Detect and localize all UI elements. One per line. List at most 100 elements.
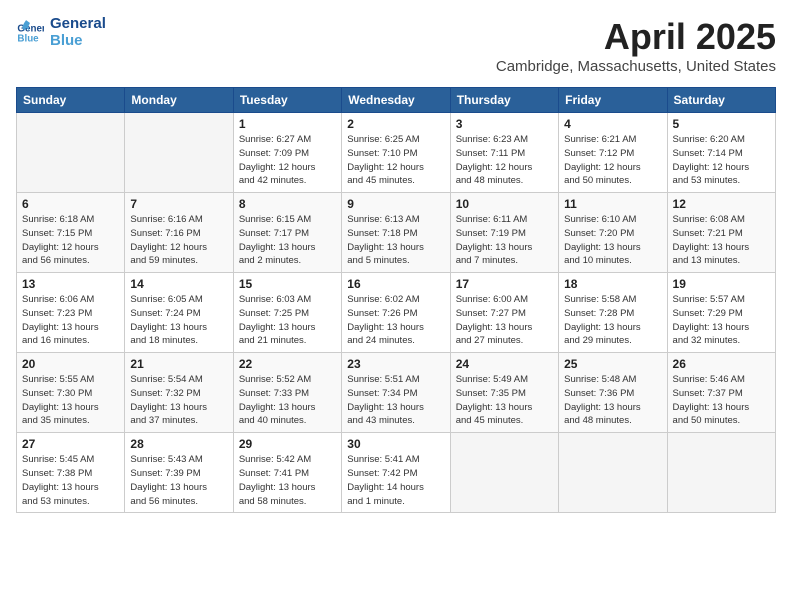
day-number: 23 — [347, 357, 444, 371]
calendar-cell: 5 Sunrise: 6:20 AM Sunset: 7:14 PM Daylig… — [667, 113, 775, 193]
calendar-cell: 6Sunrise: 6:18 AM Sunset: 7:15 PM Daylig… — [17, 193, 125, 273]
calendar-cell — [667, 433, 775, 513]
calendar-cell: 2 Sunrise: 6:25 AM Sunset: 7:10 PM Daylig… — [342, 113, 450, 193]
day-info: Sunrise: 6:15 AM Sunset: 7:17 PM Dayligh… — [239, 213, 336, 268]
calendar-cell: 19 Sunrise: 5:57 AM Sunset: 7:29 PM Dayli… — [667, 273, 775, 353]
day-info: Sunrise: 5:52 AM Sunset: 7:33 PM Dayligh… — [239, 373, 336, 428]
calendar-cell — [559, 433, 667, 513]
calendar-cell: 26 Sunrise: 5:46 AM Sunset: 7:37 PM Dayli… — [667, 353, 775, 433]
day-number: 27 — [22, 437, 119, 451]
calendar-week-row: 20Sunrise: 5:55 AM Sunset: 7:30 PM Dayli… — [17, 353, 776, 433]
logo-text-blue: Blue — [50, 33, 106, 50]
calendar-table: SundayMondayTuesdayWednesdayThursdayFrid… — [16, 87, 776, 513]
weekday-header: Tuesday — [233, 88, 341, 113]
calendar-cell: 8 Sunrise: 6:15 AM Sunset: 7:17 PM Daylig… — [233, 193, 341, 273]
day-number: 9 — [347, 197, 444, 211]
weekday-header: Thursday — [450, 88, 558, 113]
svg-text:Blue: Blue — [17, 33, 39, 44]
calendar-cell: 20Sunrise: 5:55 AM Sunset: 7:30 PM Dayli… — [17, 353, 125, 433]
day-number: 6 — [22, 197, 119, 211]
day-number: 30 — [347, 437, 444, 451]
month-title: April 2025 — [496, 16, 776, 58]
day-info: Sunrise: 5:54 AM Sunset: 7:32 PM Dayligh… — [130, 373, 227, 428]
day-info: Sunrise: 6:27 AM Sunset: 7:09 PM Dayligh… — [239, 133, 336, 188]
day-info: Sunrise: 6:02 AM Sunset: 7:26 PM Dayligh… — [347, 293, 444, 348]
calendar-cell: 12 Sunrise: 6:08 AM Sunset: 7:21 PM Dayli… — [667, 193, 775, 273]
calendar-week-row: 6Sunrise: 6:18 AM Sunset: 7:15 PM Daylig… — [17, 193, 776, 273]
calendar-cell: 17Sunrise: 6:00 AM Sunset: 7:27 PM Dayli… — [450, 273, 558, 353]
weekday-header: Friday — [559, 88, 667, 113]
calendar-header-row: SundayMondayTuesdayWednesdayThursdayFrid… — [17, 88, 776, 113]
calendar-cell: 13Sunrise: 6:06 AM Sunset: 7:23 PM Dayli… — [17, 273, 125, 353]
calendar-cell: 22Sunrise: 5:52 AM Sunset: 7:33 PM Dayli… — [233, 353, 341, 433]
day-number: 20 — [22, 357, 119, 371]
day-number: 29 — [239, 437, 336, 451]
calendar-cell: 27 Sunrise: 5:45 AM Sunset: 7:38 PM Dayli… — [17, 433, 125, 513]
calendar-cell — [125, 113, 233, 193]
calendar-cell: 24Sunrise: 5:49 AM Sunset: 7:35 PM Dayli… — [450, 353, 558, 433]
day-info: Sunrise: 6:13 AM Sunset: 7:18 PM Dayligh… — [347, 213, 444, 268]
day-number: 21 — [130, 357, 227, 371]
logo-text-general: General — [50, 16, 106, 33]
calendar-cell: 4Sunrise: 6:21 AM Sunset: 7:12 PM Daylig… — [559, 113, 667, 193]
day-info: Sunrise: 6:05 AM Sunset: 7:24 PM Dayligh… — [130, 293, 227, 348]
calendar-week-row: 1 Sunrise: 6:27 AM Sunset: 7:09 PM Daylig… — [17, 113, 776, 193]
day-info: Sunrise: 5:48 AM Sunset: 7:36 PM Dayligh… — [564, 373, 661, 428]
logo: General Blue General Blue — [16, 16, 106, 49]
day-number: 16 — [347, 277, 444, 291]
day-number: 11 — [564, 197, 661, 211]
day-number: 10 — [456, 197, 553, 211]
calendar-week-row: 13Sunrise: 6:06 AM Sunset: 7:23 PM Dayli… — [17, 273, 776, 353]
day-number: 5 — [673, 117, 770, 131]
day-info: Sunrise: 5:51 AM Sunset: 7:34 PM Dayligh… — [347, 373, 444, 428]
calendar-cell: 23 Sunrise: 5:51 AM Sunset: 7:34 PM Dayli… — [342, 353, 450, 433]
calendar-cell: 3 Sunrise: 6:23 AM Sunset: 7:11 PM Daylig… — [450, 113, 558, 193]
calendar-cell: 9 Sunrise: 6:13 AM Sunset: 7:18 PM Daylig… — [342, 193, 450, 273]
calendar-cell: 29 Sunrise: 5:42 AM Sunset: 7:41 PM Dayli… — [233, 433, 341, 513]
weekday-header: Saturday — [667, 88, 775, 113]
day-number: 17 — [456, 277, 553, 291]
weekday-header: Sunday — [17, 88, 125, 113]
calendar-cell: 10Sunrise: 6:11 AM Sunset: 7:19 PM Dayli… — [450, 193, 558, 273]
calendar-cell: 30 Sunrise: 5:41 AM Sunset: 7:42 PM Dayli… — [342, 433, 450, 513]
day-info: Sunrise: 5:46 AM Sunset: 7:37 PM Dayligh… — [673, 373, 770, 428]
day-number: 19 — [673, 277, 770, 291]
day-number: 2 — [347, 117, 444, 131]
day-info: Sunrise: 6:23 AM Sunset: 7:11 PM Dayligh… — [456, 133, 553, 188]
day-number: 28 — [130, 437, 227, 451]
day-info: Sunrise: 5:49 AM Sunset: 7:35 PM Dayligh… — [456, 373, 553, 428]
day-info: Sunrise: 5:41 AM Sunset: 7:42 PM Dayligh… — [347, 453, 444, 508]
day-number: 12 — [673, 197, 770, 211]
day-info: Sunrise: 5:57 AM Sunset: 7:29 PM Dayligh… — [673, 293, 770, 348]
page-header: General Blue General Blue April 2025 Cam… — [16, 16, 776, 75]
day-info: Sunrise: 6:25 AM Sunset: 7:10 PM Dayligh… — [347, 133, 444, 188]
calendar-cell: 16 Sunrise: 6:02 AM Sunset: 7:26 PM Dayli… — [342, 273, 450, 353]
day-number: 3 — [456, 117, 553, 131]
day-info: Sunrise: 6:03 AM Sunset: 7:25 PM Dayligh… — [239, 293, 336, 348]
calendar-cell: 18 Sunrise: 5:58 AM Sunset: 7:28 PM Dayli… — [559, 273, 667, 353]
day-info: Sunrise: 5:45 AM Sunset: 7:38 PM Dayligh… — [22, 453, 119, 508]
day-number: 25 — [564, 357, 661, 371]
location: Cambridge, Massachusetts, United States — [496, 58, 776, 75]
calendar-cell: 21 Sunrise: 5:54 AM Sunset: 7:32 PM Dayli… — [125, 353, 233, 433]
day-info: Sunrise: 6:16 AM Sunset: 7:16 PM Dayligh… — [130, 213, 227, 268]
day-number: 7 — [130, 197, 227, 211]
calendar-cell: 11Sunrise: 6:10 AM Sunset: 7:20 PM Dayli… — [559, 193, 667, 273]
day-info: Sunrise: 5:58 AM Sunset: 7:28 PM Dayligh… — [564, 293, 661, 348]
day-info: Sunrise: 6:20 AM Sunset: 7:14 PM Dayligh… — [673, 133, 770, 188]
day-number: 15 — [239, 277, 336, 291]
day-number: 1 — [239, 117, 336, 131]
day-number: 18 — [564, 277, 661, 291]
calendar-cell: 15 Sunrise: 6:03 AM Sunset: 7:25 PM Dayli… — [233, 273, 341, 353]
day-info: Sunrise: 6:08 AM Sunset: 7:21 PM Dayligh… — [673, 213, 770, 268]
title-block: April 2025 Cambridge, Massachusetts, Uni… — [496, 16, 776, 75]
logo-icon: General Blue — [16, 19, 44, 47]
day-info: Sunrise: 5:42 AM Sunset: 7:41 PM Dayligh… — [239, 453, 336, 508]
weekday-header: Monday — [125, 88, 233, 113]
calendar-cell: 25 Sunrise: 5:48 AM Sunset: 7:36 PM Dayli… — [559, 353, 667, 433]
calendar-cell — [450, 433, 558, 513]
day-number: 8 — [239, 197, 336, 211]
day-number: 26 — [673, 357, 770, 371]
calendar-cell: 28 Sunrise: 5:43 AM Sunset: 7:39 PM Dayli… — [125, 433, 233, 513]
day-info: Sunrise: 5:43 AM Sunset: 7:39 PM Dayligh… — [130, 453, 227, 508]
